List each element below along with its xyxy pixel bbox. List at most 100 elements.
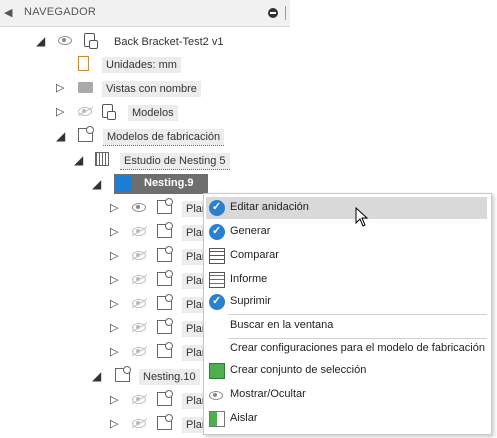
- plan-icon: [157, 390, 173, 406]
- expand-triangle-icon[interactable]: ◢: [92, 369, 101, 383]
- expand-triangle-icon[interactable]: ▷: [110, 201, 118, 214]
- nesting-study-icon: [95, 152, 109, 166]
- menu-item-label: Generar: [230, 225, 271, 237]
- tree-row-plan[interactable]: ▷ Plan: [0, 341, 213, 363]
- tree-row-plan[interactable]: ▷ Plan: [0, 197, 213, 219]
- tree-row-nesting-study[interactable]: ◢ Estudio de Nesting 5: [0, 149, 290, 171]
- report-icon: [209, 272, 225, 288]
- menu-item-isolate[interactable]: Aislar: [206, 408, 487, 430]
- menu-item-label: Informe: [230, 273, 268, 285]
- menu-item-label: Aislar: [230, 412, 258, 424]
- tree-row-manufacturing-models[interactable]: ◢ Modelos de fabricación: [0, 125, 290, 147]
- component-icon: [102, 104, 116, 120]
- expand-triangle-icon[interactable]: ◢: [36, 34, 45, 48]
- tree-row-root[interactable]: ◢ Back Bracket-Test2 v1: [0, 30, 290, 52]
- menu-item-label: Comparar: [230, 249, 279, 261]
- navigator-title: NAVEGADOR: [24, 6, 97, 18]
- hidden-eye-icon[interactable]: [132, 347, 146, 356]
- menu-item-generate[interactable]: Generar: [206, 221, 487, 243]
- menu-item-create-selection-set[interactable]: Crear conjunto de selección: [206, 360, 487, 382]
- hidden-eye-icon[interactable]: [132, 419, 146, 428]
- tree-row-plan[interactable]: ▷ Plan: [0, 269, 213, 291]
- named-views-label: Vistas con nombre: [102, 81, 201, 97]
- menu-item-label: Crear conjunto de selección: [230, 364, 367, 376]
- tree-row-plan[interactable]: ▷ Plan: [0, 413, 213, 435]
- navigator-header: ◀ NAVEGADOR: [0, 0, 290, 27]
- menu-item-label: Mostrar/Ocultar: [230, 388, 306, 400]
- expand-triangle-icon[interactable]: ▷: [110, 297, 118, 310]
- tree-row-plan[interactable]: ▷ Plan: [0, 293, 213, 315]
- show-hide-eye-icon: [209, 391, 223, 400]
- menu-item-show-hide[interactable]: Mostrar/Ocultar: [206, 384, 487, 406]
- collapse-chevron-icon[interactable]: ◀: [4, 6, 12, 19]
- nesting10-label: Nesting.10: [139, 369, 200, 385]
- plan-icon: [157, 270, 173, 286]
- expand-triangle-icon[interactable]: ▷: [110, 249, 118, 262]
- manufacturing-models-label: Modelos de fabricación: [103, 129, 225, 146]
- plan-icon: [157, 222, 173, 238]
- expand-triangle-icon[interactable]: ▷: [110, 417, 118, 430]
- hidden-eye-icon[interactable]: [132, 299, 146, 308]
- expand-triangle-icon[interactable]: ◢: [74, 153, 83, 167]
- expand-triangle-icon[interactable]: ▷: [110, 345, 118, 358]
- panel-divider[interactable]: [285, 6, 286, 20]
- visibility-eye-icon[interactable]: [132, 203, 146, 212]
- nesting9-label: Nesting.9: [144, 177, 194, 189]
- menu-item-find-in-window[interactable]: Buscar en la ventana: [206, 315, 487, 337]
- tree-row-units[interactable]: Unidades: mm: [0, 53, 290, 75]
- tree-row-plan[interactable]: ▷ Plan: [0, 389, 213, 411]
- root-label: Back Bracket-Test2 v1: [114, 36, 224, 48]
- tree-row-nesting10[interactable]: ◢ Nesting.10: [0, 365, 210, 387]
- plan-icon: [157, 342, 173, 358]
- hidden-eye-icon[interactable]: [132, 395, 146, 404]
- menu-item-compare[interactable]: Comparar: [206, 245, 487, 267]
- plan-icon: [157, 246, 173, 262]
- plan-icon: [157, 318, 173, 334]
- menu-item-label: Suprimir: [230, 295, 271, 307]
- units-document-icon: [78, 56, 89, 71]
- tree-row-plan[interactable]: ▷ Plan: [0, 317, 213, 339]
- expand-triangle-icon[interactable]: ◢: [56, 129, 65, 143]
- suppress-icon: [209, 294, 225, 310]
- nesting-icon: [116, 176, 132, 192]
- hidden-eye-icon[interactable]: [132, 323, 146, 332]
- tree-row-plan[interactable]: ▷ Plan: [0, 245, 213, 267]
- hidden-eye-icon[interactable]: [132, 227, 146, 236]
- compare-icon: [209, 248, 225, 264]
- tree-row-models[interactable]: ▷ Modelos: [0, 101, 290, 123]
- plan-icon: [157, 294, 173, 310]
- expand-triangle-icon[interactable]: ▷: [110, 225, 118, 238]
- visibility-eye-icon[interactable]: [58, 36, 72, 45]
- selected-item-nesting9[interactable]: Nesting.9: [114, 174, 208, 194]
- minimize-icon[interactable]: [268, 8, 278, 18]
- expand-triangle-icon[interactable]: ▷: [56, 105, 64, 118]
- models-label: Modelos: [128, 105, 178, 121]
- expand-triangle-icon[interactable]: ▷: [110, 393, 118, 406]
- hidden-eye-icon[interactable]: [78, 107, 92, 116]
- tree-row-plan[interactable]: ▷ Plan: [0, 221, 213, 243]
- menu-item-edit-nesting[interactable]: Editar anidación: [206, 197, 487, 219]
- plan-icon: [157, 414, 173, 430]
- menu-item-create-configurations[interactable]: Crear configuraciones para el modelo de …: [206, 338, 487, 360]
- tree-row-named-views[interactable]: ▷ Vistas con nombre: [0, 77, 290, 99]
- menu-item-label: Buscar en la ventana: [230, 319, 334, 331]
- expand-triangle-icon[interactable]: ◢: [92, 177, 101, 191]
- menu-item-suppress[interactable]: Suprimir: [206, 291, 487, 313]
- manufacturing-model-icon: [78, 126, 94, 142]
- component-icon: [84, 33, 98, 49]
- nesting-study-label: Estudio de Nesting 5: [120, 153, 230, 170]
- hidden-eye-icon[interactable]: [132, 251, 146, 260]
- menu-item-label: Crear configuraciones para el modelo de …: [230, 342, 485, 354]
- edit-nesting-icon: [209, 200, 225, 216]
- isolate-icon: [209, 411, 225, 427]
- mouse-cursor-icon: [355, 207, 369, 227]
- expand-triangle-icon[interactable]: ▷: [110, 273, 118, 286]
- menu-item-report[interactable]: Informe: [206, 269, 487, 291]
- selection-set-icon: [209, 363, 225, 379]
- hidden-eye-icon[interactable]: [132, 275, 146, 284]
- menu-item-label: Editar anidación: [230, 201, 309, 213]
- expand-triangle-icon[interactable]: ▷: [56, 81, 64, 94]
- generate-icon: [209, 224, 225, 240]
- expand-triangle-icon[interactable]: ▷: [110, 321, 118, 334]
- nesting-icon: [115, 366, 131, 382]
